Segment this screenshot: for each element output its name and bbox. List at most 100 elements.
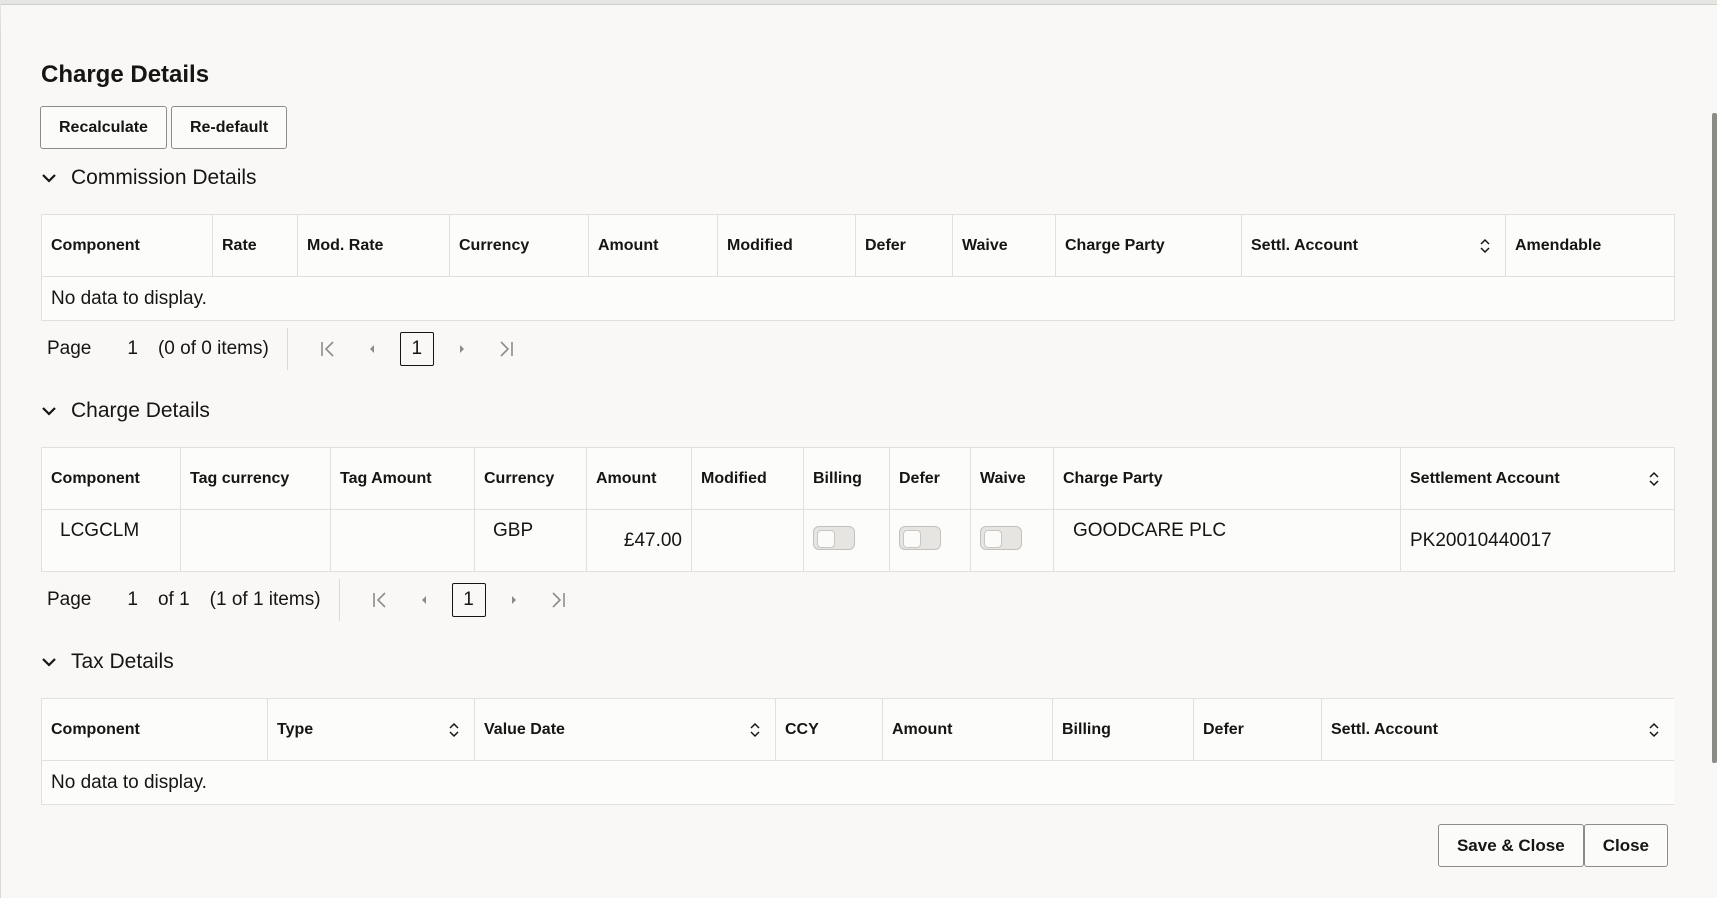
recalculate-button[interactable]: Recalculate xyxy=(40,106,167,149)
commission-section-header[interactable]: Commission Details xyxy=(41,163,1674,193)
defer-toggle[interactable] xyxy=(899,525,941,550)
pager-item-count: (1 of 1 items) xyxy=(209,589,321,610)
tax-section-title: Tax Details xyxy=(71,650,174,673)
column-header-label: Settl. Account xyxy=(1251,236,1358,254)
charge-section: Charge Details Component Tag currency Ta… xyxy=(41,396,1675,622)
column-header[interactable]: Amount xyxy=(586,447,692,510)
last-page-icon[interactable] xyxy=(548,590,568,610)
tax-section: Tax Details Component Type Value Date CC… xyxy=(41,647,1674,846)
current-page-button[interactable]: 1 xyxy=(451,583,486,617)
column-header[interactable]: CCY xyxy=(775,698,883,761)
table-row[interactable]: LCGCLM GBP £47.00 GOODCARE PLC PK2001044… xyxy=(41,509,1675,572)
column-header[interactable]: Rate xyxy=(212,214,298,277)
column-header[interactable]: Tag Amount xyxy=(330,447,475,510)
commission-table: Component Rate Mod. Rate Currency Amount… xyxy=(41,214,1675,321)
first-page-icon[interactable] xyxy=(318,339,338,359)
previous-page-icon[interactable] xyxy=(362,339,382,359)
column-header[interactable]: Modified xyxy=(717,214,856,277)
column-header[interactable]: Currency xyxy=(474,447,587,510)
column-header[interactable]: Modified xyxy=(691,447,804,510)
pager-divider xyxy=(286,328,288,370)
chevron-down-icon[interactable] xyxy=(41,403,57,419)
column-header-settlement-account[interactable]: Settlement Account xyxy=(1400,447,1675,510)
column-header-settl-account[interactable]: Settl. Account xyxy=(1241,214,1506,277)
column-header-settl-account[interactable]: Settl. Account xyxy=(1321,698,1674,761)
column-header[interactable]: Defer xyxy=(1193,698,1322,761)
empty-table-message: No data to display. xyxy=(41,760,1674,805)
modified-cell xyxy=(691,509,804,572)
first-page-icon[interactable] xyxy=(370,590,390,610)
current-page-button[interactable]: 1 xyxy=(399,332,434,366)
column-header[interactable]: Amendable xyxy=(1505,214,1675,277)
save-and-close-button[interactable]: Save & Close xyxy=(1437,824,1584,867)
sort-icon[interactable] xyxy=(448,722,460,738)
column-header[interactable]: Currency xyxy=(449,214,589,277)
dialog-footer: Save & Close Close xyxy=(1437,824,1668,867)
dialog-toolbar: Recalculate Re-default xyxy=(40,106,288,149)
column-header[interactable]: Component xyxy=(41,698,268,761)
column-header[interactable]: Charge Party xyxy=(1053,447,1401,510)
next-page-icon[interactable] xyxy=(452,339,472,359)
settlement-account-cell: PK20010440017 xyxy=(1400,509,1675,572)
sort-icon[interactable] xyxy=(1479,238,1491,254)
empty-table-message: No data to display. xyxy=(41,276,1675,321)
defer-cell xyxy=(889,509,971,572)
column-header[interactable]: Waive xyxy=(970,447,1054,510)
column-header[interactable]: Charge Party xyxy=(1055,214,1242,277)
previous-page-icon[interactable] xyxy=(414,590,434,610)
charge-party-cell: GOODCARE PLC xyxy=(1053,509,1401,572)
column-header[interactable]: Billing xyxy=(803,447,890,510)
next-page-icon[interactable] xyxy=(504,590,524,610)
column-header[interactable]: Defer xyxy=(889,447,971,510)
currency-cell: GBP xyxy=(474,509,587,572)
chevron-down-icon[interactable] xyxy=(41,654,57,670)
column-header[interactable]: Component xyxy=(41,214,213,277)
charge-section-title: Charge Details xyxy=(71,399,210,422)
column-header[interactable]: Billing xyxy=(1052,698,1194,761)
column-header[interactable]: Amount xyxy=(588,214,718,277)
column-header[interactable]: Mod. Rate xyxy=(297,214,450,277)
column-header-label: Value Date xyxy=(484,720,565,738)
pager-label: Page xyxy=(47,338,92,359)
column-header-label: Type xyxy=(277,720,314,738)
pager-page-number[interactable]: 1 xyxy=(127,589,138,611)
amount-cell: £47.00 xyxy=(586,509,692,572)
tax-table-viewport: Component Type Value Date CCY Amount Bil… xyxy=(41,698,1674,846)
tax-table: Component Type Value Date CCY Amount Bil… xyxy=(41,698,1674,805)
tag-amount-cell xyxy=(330,509,475,572)
tax-section-header[interactable]: Tax Details xyxy=(41,647,1674,677)
sort-icon[interactable] xyxy=(1648,471,1660,487)
waive-toggle[interactable] xyxy=(980,525,1022,550)
redefault-button[interactable]: Re-default xyxy=(170,106,288,149)
charge-table: Component Tag currency Tag Amount Curren… xyxy=(41,447,1675,572)
dialog-title: Charge Details xyxy=(41,61,210,88)
chevron-down-icon[interactable] xyxy=(41,170,57,186)
column-header[interactable]: Defer xyxy=(855,214,953,277)
pager-page-total: of 1 xyxy=(157,589,190,610)
column-header-type[interactable]: Type xyxy=(267,698,475,761)
close-button[interactable]: Close xyxy=(1583,824,1668,867)
column-header[interactable]: Tag currency xyxy=(180,447,331,510)
dialog-scrollbar[interactable] xyxy=(1712,113,1717,763)
column-header-label: Settlement Account xyxy=(1410,469,1560,487)
billing-cell xyxy=(803,509,890,572)
column-header[interactable]: Amount xyxy=(882,698,1053,761)
commission-section-title: Commission Details xyxy=(71,166,257,189)
charge-pager: Page 1 of 1 (1 of 1 items) 1 xyxy=(41,578,1674,622)
column-header[interactable]: Waive xyxy=(952,214,1056,277)
pager-label: Page xyxy=(47,589,92,610)
charge-section-header[interactable]: Charge Details xyxy=(41,396,1674,426)
pager-page-number[interactable]: 1 xyxy=(127,338,138,360)
column-header[interactable]: Component xyxy=(41,447,181,510)
waive-cell xyxy=(970,509,1054,572)
commission-section: Commission Details Component Rate Mod. R… xyxy=(41,163,1675,371)
sort-icon[interactable] xyxy=(1648,722,1660,738)
charge-details-dialog: Charge Details Recalculate Re-default Co… xyxy=(1,4,1717,898)
tag-currency-cell xyxy=(180,509,331,572)
commission-pager: Page 1 (0 of 0 items) 1 xyxy=(41,327,1674,371)
sort-icon[interactable] xyxy=(749,722,761,738)
component-cell: LCGCLM xyxy=(41,509,181,572)
last-page-icon[interactable] xyxy=(496,339,516,359)
billing-toggle[interactable] xyxy=(813,525,855,550)
column-header-value-date[interactable]: Value Date xyxy=(474,698,776,761)
